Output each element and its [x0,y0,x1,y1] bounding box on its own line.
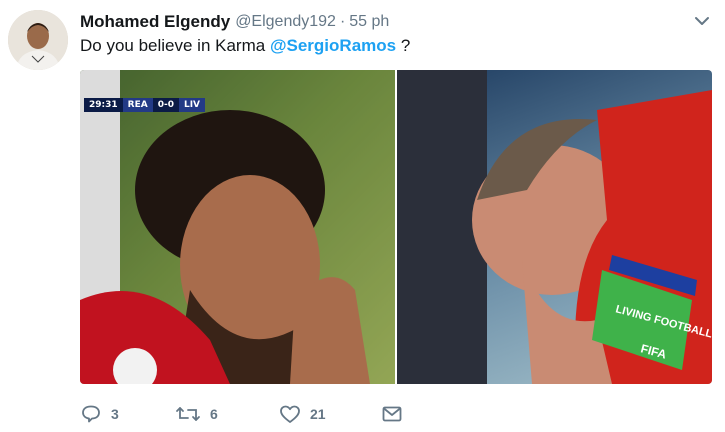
reply-count: 3 [111,406,119,422]
media-grid: 29:31 REA 0-0 LIV LIVING FOOTBALL FIFA [80,70,712,384]
direct-message-icon [381,404,403,424]
retweet-icon [175,404,201,424]
heart-icon [279,404,301,424]
retweet-count: 6 [210,406,218,422]
meta-separator: · [339,13,346,30]
photo-right[interactable]: LIVING FOOTBALL FIFA [397,70,712,384]
tweet-text-tail: ? [396,36,411,55]
photo-left[interactable]: 29:31 REA 0-0 LIV [80,70,395,384]
chevron-down-icon[interactable] [693,12,711,30]
tweet-actions: 3 6 21 [80,400,403,428]
scorebug-time: 29:31 [84,98,123,112]
reply-button[interactable]: 3 [80,404,175,424]
author-handle[interactable]: @Elgendy192 [235,13,336,31]
mention-link[interactable]: @SergioRamos [270,36,396,55]
tweet-timestamp[interactable]: 55 ph [349,13,389,31]
retweet-button[interactable]: 6 [175,404,279,424]
reply-icon [80,404,102,424]
tweet-text-body: Do you believe in Karma [80,36,270,55]
author-name[interactable]: Mohamed Elgendy [80,12,230,32]
scorebug-score: 0-0 [152,98,179,112]
scorebug-home: REA [122,98,153,112]
tweet-header: Mohamed Elgendy @Elgendy192 · 55 ph [80,11,713,33]
like-count: 21 [310,406,326,422]
like-button[interactable]: 21 [279,404,381,424]
author-avatar[interactable] [8,10,68,70]
scorebug: 29:31 REA 0-0 LIV [84,98,206,112]
tweet-text: Do you believe in Karma @SergioRamos ? [80,36,410,56]
direct-message-button[interactable] [381,404,403,424]
scorebug-away: LIV [178,98,206,112]
photo-left-image [80,70,395,384]
avatar-image [8,10,68,70]
photo-right-image: LIVING FOOTBALL FIFA [397,70,712,384]
